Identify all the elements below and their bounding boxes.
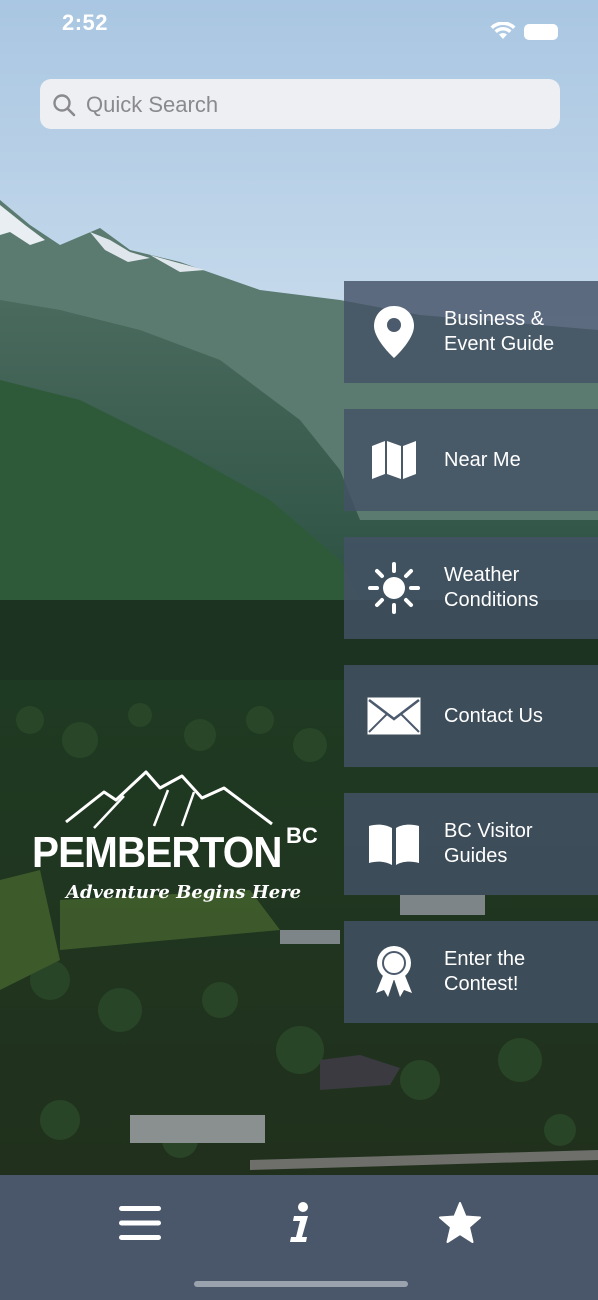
search-icon xyxy=(53,94,76,117)
sun-icon xyxy=(366,560,422,616)
menu-item-enter-the-contest[interactable]: Enter the Contest! xyxy=(344,921,598,1023)
favorites-tab-button[interactable] xyxy=(430,1193,490,1253)
wifi-icon xyxy=(490,22,516,39)
battery-icon xyxy=(524,24,558,40)
mountain-outline-icon xyxy=(65,770,273,829)
envelope-icon xyxy=(366,688,422,744)
menu-item-near-me[interactable]: Near Me xyxy=(344,409,598,511)
menu-item-label: Business & Event Guide xyxy=(444,308,555,355)
info-tab-button[interactable] xyxy=(270,1193,330,1253)
home-indicator xyxy=(194,1281,408,1287)
status-time: 2:52 xyxy=(62,10,109,35)
pemberton-logo: PEMBERTON BC Adventure Begins Here xyxy=(28,770,328,920)
award-ribbon-icon xyxy=(366,944,422,1000)
status-bar: 2:52 xyxy=(0,0,598,50)
logo-bc: BC xyxy=(286,823,318,848)
menu-tab-button[interactable] xyxy=(110,1193,170,1253)
quick-search-bar[interactable] xyxy=(40,79,560,131)
menu-icon xyxy=(119,1206,161,1240)
menu-item-label: Enter the Contest! xyxy=(444,948,526,995)
menu-item-contact-us[interactable]: Contact Us xyxy=(344,665,598,767)
menu-item-bc-visitor-guides[interactable]: BC Visitor Guides xyxy=(344,793,598,895)
menu-item-business-event-guide[interactable]: Business & Event Guide xyxy=(344,281,598,383)
search-input[interactable] xyxy=(84,79,548,131)
star-icon xyxy=(439,1202,481,1243)
book-icon xyxy=(366,816,422,872)
menu-item-label: BC Visitor Guides xyxy=(444,820,533,867)
map-pin-icon xyxy=(366,304,422,360)
info-icon xyxy=(290,1202,308,1242)
menu-item-label: Weather Conditions xyxy=(444,564,539,611)
logo-tagline: Adventure Begins Here xyxy=(66,882,302,903)
map-icon xyxy=(366,432,422,488)
logo-wordmark: PEMBERTON xyxy=(32,828,283,877)
menu-item-weather-conditions[interactable]: Weather Conditions xyxy=(344,537,598,639)
menu-item-label: Near Me xyxy=(444,448,521,471)
menu-item-label: Contact Us xyxy=(444,704,543,727)
